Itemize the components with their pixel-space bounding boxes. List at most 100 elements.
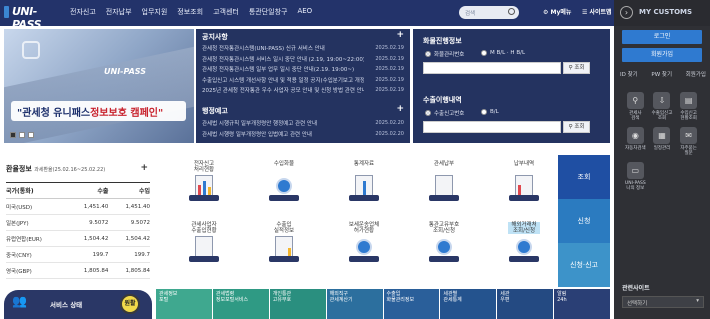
- quick-link[interactable]: 세관 우편: [497, 289, 554, 319]
- notices-more-icon[interactable]: +: [396, 30, 404, 40]
- export-query-button[interactable]: ⚲ 조회: [563, 121, 590, 133]
- radio-cargo-no[interactable]: 화물관리번호: [425, 50, 464, 58]
- export-number-input[interactable]: [423, 121, 561, 133]
- service-item[interactable]: 납부내역: [490, 161, 558, 201]
- signup-button[interactable]: 회원가입: [622, 48, 702, 62]
- nav-item[interactable]: 전자납부: [101, 7, 137, 17]
- service-item[interactable]: 수입화물: [250, 161, 318, 201]
- service-label: 보세운송업체 허가현황: [348, 222, 380, 234]
- nav-item[interactable]: 정보조회: [172, 7, 208, 17]
- login-button[interactable]: 로그인: [622, 30, 702, 44]
- radio-export-bl[interactable]: B/L: [481, 109, 499, 115]
- search-input[interactable]: 검색: [459, 6, 519, 19]
- nav-item[interactable]: AEO: [292, 7, 317, 17]
- top-bar: UNI-PASS 전자신고 전자납부 업무지원 정보조회 고객센터 통관단일창구…: [0, 0, 614, 31]
- nav-item[interactable]: 업무지원: [137, 7, 173, 17]
- shortcut-item[interactable]: ◉ 자동차검색: [622, 127, 649, 156]
- banner-caption-b: 정보보호 캠페인": [90, 107, 164, 119]
- chevron-down-icon: ▾: [696, 298, 699, 304]
- quick-link[interactable]: 알림 24h: [554, 289, 610, 319]
- shortcut-item[interactable]: ✉ 자주묻는 질문: [675, 127, 702, 156]
- notice-row[interactable]: 관세청 전자통관시스템 일부 업무 일시 중단 안내(2.19. 19:00~)…: [202, 64, 404, 75]
- find-pw-link[interactable]: PW 찾기: [651, 70, 672, 78]
- search-icon[interactable]: [508, 8, 515, 15]
- table-row: 일본(JPY) 9.5072 9.5072: [6, 214, 150, 231]
- events-more-icon[interactable]: +: [396, 104, 404, 114]
- shortcut-label: 자주묻는 질문: [680, 146, 697, 156]
- shortcut-grid: ⚲ 관세사 검색 ⇩ 수출입신고 조회 ▤ 수입신고 현황조회 ◉ 자동차검색 ▦ 일정관…: [622, 92, 702, 191]
- related-sites-title: 관련사이트: [622, 285, 650, 292]
- find-id-link[interactable]: ID 찾기: [620, 70, 638, 78]
- download-icon: ⇩: [653, 92, 671, 109]
- cell-import: 9.5072: [108, 214, 150, 231]
- related-sites-select[interactable]: 선택하기 ▾: [622, 296, 704, 308]
- shortcut-item[interactable]: ▦ 일정관리: [649, 127, 676, 156]
- calendar-icon: ▦: [653, 127, 671, 144]
- banner-dot[interactable]: [28, 132, 34, 138]
- nav-item[interactable]: 전자신고: [65, 7, 101, 17]
- cargo-number-input[interactable]: [423, 62, 561, 74]
- cell-country: 유럽연합(EUR): [6, 230, 67, 247]
- event-row[interactable]: 관세법 시행규칙 일부개정령안 행정예고 관련 안내 2025.02.20: [202, 118, 404, 129]
- service-label: 통계자료: [353, 161, 375, 167]
- quick-link[interactable]: 세관별 관세통계: [440, 289, 497, 319]
- shortcut-label: 관세사 검색: [629, 111, 642, 121]
- stamp-icon: [349, 236, 379, 262]
- panel-toggle-icon[interactable]: ›: [620, 6, 633, 19]
- service-item[interactable]: 관세납부: [410, 161, 478, 201]
- notice-row[interactable]: 관세청 전자통관시스템 서비스 일시 중단 안내 (2.19, 19:00~22…: [202, 54, 404, 65]
- radio-bl[interactable]: M B/L · H B/L: [481, 50, 525, 56]
- join-link[interactable]: 회원가입: [686, 70, 706, 78]
- shortcut-label: 일정관리: [653, 146, 671, 151]
- shortcut-item[interactable]: ▤ 수입신고 현황조회: [675, 92, 702, 121]
- radio-dot: [425, 110, 431, 116]
- service-item[interactable]: 해외거래처 조회/신청: [490, 222, 558, 262]
- service-item[interactable]: 관세사업자 수출입현황: [170, 222, 238, 262]
- notice-row[interactable]: 수출입신고 시스템 개선사항 안내 및 적용 일정 공지(수입분기보고 개정 공…: [202, 75, 404, 86]
- notice-title: 2025년 관세청 전자통관 우수 사업자 공모 안내 및 신청 방법 관련 안…: [202, 88, 364, 95]
- event-date: 2025.02.20: [375, 120, 404, 127]
- banner-dot[interactable]: [10, 132, 16, 138]
- person-search-icon: ⚲: [626, 92, 644, 109]
- campaign-banner[interactable]: UNI-PASS "관세청 유니패스 정보보호 캠페인": [4, 29, 194, 143]
- service-item[interactable]: 수출입 실적정보: [250, 222, 318, 262]
- shortcut-label: 수입신고 현황조회: [680, 111, 697, 121]
- cell-import: 199.7: [108, 246, 150, 263]
- service-label: 납부내역: [513, 161, 535, 167]
- shortcut-item[interactable]: ▭ UNI-PASS 나의 정보: [622, 162, 649, 191]
- quick-link[interactable]: 개인통관 고유부호: [269, 289, 326, 319]
- sitemap-link[interactable]: ☰ 사이트맵: [582, 7, 612, 16]
- service-item[interactable]: 보세운송업체 허가현황: [330, 222, 398, 262]
- cell-country: 중국(CNY): [6, 246, 67, 263]
- tab-inquiry[interactable]: 조회: [558, 155, 610, 199]
- nav-item[interactable]: 통관단일창구: [244, 7, 293, 17]
- nav-item[interactable]: 고객센터: [208, 7, 244, 17]
- radio-export-no[interactable]: 수출신고번호: [425, 109, 464, 117]
- quick-link[interactable]: 수출입 화물관리정보: [383, 289, 440, 319]
- service-item[interactable]: 통계자료: [330, 161, 398, 201]
- service-item[interactable]: 통관고유부호 조회/신청: [410, 222, 478, 262]
- tab-application-report[interactable]: 신청·신고: [558, 243, 610, 287]
- main-nav: 전자신고 전자납부 업무지원 정보조회 고객센터 통관단일창구 AEO: [65, 7, 317, 17]
- cargo-query-button[interactable]: ⚲ 조회: [563, 62, 590, 74]
- search-placeholder: 검색: [465, 11, 476, 17]
- my-menu-link[interactable]: ⚙ My메뉴: [543, 7, 571, 16]
- notice-row[interactable]: 2025년 관세청 전자통관 우수 사업자 공모 안내 및 신청 방법 관련 안…: [202, 85, 404, 96]
- uni-pass-logo[interactable]: UNI-PASS: [4, 4, 54, 31]
- service-label: 통관고유부호 조회/신청: [428, 222, 460, 234]
- payment-icon: [429, 175, 459, 201]
- tab-application[interactable]: 신청: [558, 199, 610, 243]
- event-row[interactable]: 관세법 시행령 일부개정령안 입법예고 관련 안내 2025.02.20: [202, 129, 404, 140]
- cell-export: 199.7: [66, 246, 109, 263]
- quick-link[interactable]: 관세법령 정보포털서비스: [212, 289, 269, 319]
- notice-row[interactable]: 관세청 전자통관시스템(UNI-PASS) 신규 서비스 안내 2025.02.1…: [202, 43, 404, 54]
- banner-dot[interactable]: [19, 132, 25, 138]
- cargo-tracking-panel: 화물진행정보 화물관리번호 M B/L · H B/L ⚲ 조회 수출이행내역 …: [413, 29, 610, 143]
- service-item[interactable]: 전자신고 처리현황: [170, 161, 238, 201]
- rates-title: 환율정보: [6, 165, 32, 173]
- shortcut-item[interactable]: ⚲ 관세사 검색: [622, 92, 649, 121]
- quick-link[interactable]: 관세정보 포털: [156, 289, 212, 319]
- rates-more-icon[interactable]: +: [140, 163, 148, 173]
- quick-link[interactable]: 해외직구 관세계산기: [326, 289, 383, 319]
- shortcut-item[interactable]: ⇩ 수출입신고 조회: [649, 92, 676, 121]
